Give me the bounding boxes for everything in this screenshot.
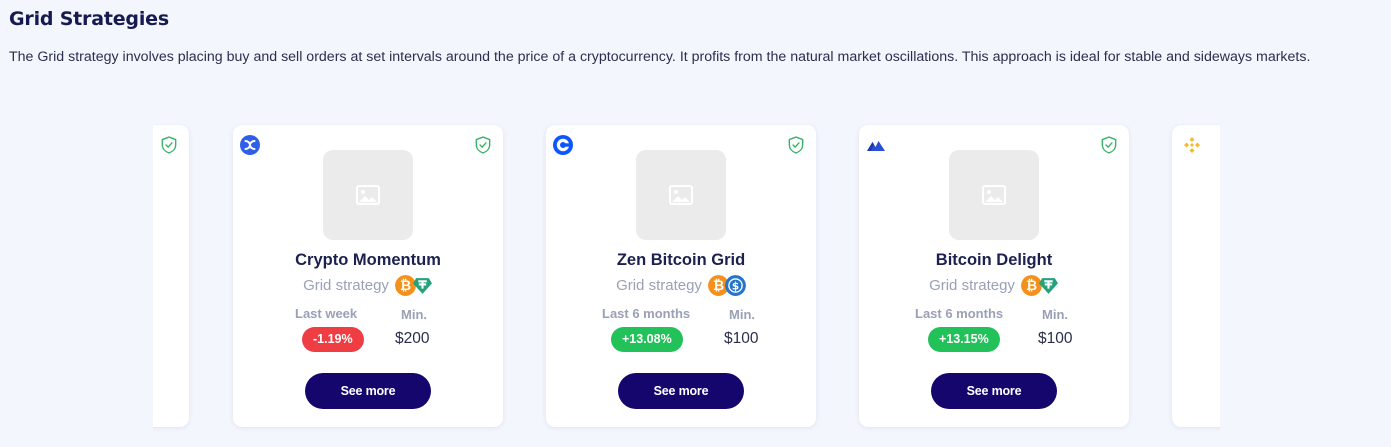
strategy-card[interactable]: Crypto Momentum Grid strategy ₿ Last wee… [233, 125, 503, 427]
strategy-card[interactable]: Bitcoin Delight Grid strategy ₿ Last 6 m… [859, 125, 1129, 427]
strategy-type-label: Grid strategy [929, 277, 1015, 294]
tether-icon [1038, 278, 1058, 294]
kraken-mountain-icon [867, 141, 885, 151]
strategy-type: Grid strategy ₿ [859, 275, 1129, 296]
return-badge: +13.15% [928, 327, 1000, 352]
strategy-type-label: Grid strategy [303, 277, 389, 294]
strategy-type: Grid strategy ₿ [233, 275, 503, 296]
verified-shield-icon [1101, 136, 1117, 154]
see-more-button[interactable]: See more [618, 373, 744, 409]
return-badge: -1.19% [302, 327, 364, 352]
svg-text:₿: ₿ [1026, 278, 1037, 294]
return-badge: +13.08% [611, 327, 683, 352]
strategy-carousel[interactable]: Crypto Momentum Grid strategy ₿ Last wee… [153, 124, 1220, 434]
strategy-card[interactable]: Zen Bitcoin Grid Grid strategy ₿ $ Last … [546, 125, 816, 427]
svg-text:$: $ [732, 280, 739, 292]
verified-shield-icon [788, 136, 804, 154]
crossed-arrows-exchange-icon [240, 135, 260, 155]
section-title: Grid Strategies [9, 8, 169, 30]
strategy-image-placeholder [949, 150, 1039, 240]
binance-icon [1184, 137, 1200, 153]
strategy-type-label: Grid strategy [616, 277, 702, 294]
min-value: $100 [1038, 330, 1073, 347]
min-label: Min. [729, 307, 755, 322]
coin-pair: ₿ [394, 275, 433, 296]
strategy-image-placeholder [323, 150, 413, 240]
image-icon [669, 185, 693, 205]
min-value: $200 [395, 330, 430, 347]
coin-pair: ₿ $ [707, 275, 746, 296]
image-icon [982, 185, 1006, 205]
strategy-name: Zen Bitcoin Grid [616, 251, 746, 269]
svg-text:₿: ₿ [400, 278, 411, 294]
coinbase-icon [553, 135, 573, 155]
strategy-image-placeholder [636, 150, 726, 240]
min-label: Min. [401, 307, 427, 322]
period-label: Last week [295, 306, 358, 321]
verified-shield-icon [161, 136, 177, 154]
usdc-icon: $ [724, 275, 746, 296]
section-description: The Grid strategy involves placing buy a… [9, 49, 1311, 65]
image-icon [356, 185, 380, 205]
verified-shield-icon [475, 136, 491, 154]
see-more-button[interactable]: See more [931, 373, 1057, 409]
strategy-card-peek-left[interactable] [153, 125, 189, 427]
min-label: Min. [1042, 307, 1068, 322]
period-label: Last 6 months [602, 306, 691, 321]
svg-text:₿: ₿ [713, 278, 724, 294]
period-label: Last 6 months [915, 306, 1004, 321]
strategy-name: Crypto Momentum [295, 251, 441, 269]
strategy-card-peek-right[interactable] [1172, 125, 1220, 427]
min-value: $100 [724, 330, 759, 347]
coin-pair: ₿ [1020, 275, 1059, 296]
see-more-button[interactable]: See more [305, 373, 431, 409]
strategy-name: Bitcoin Delight [935, 251, 1053, 269]
strategy-type: Grid strategy ₿ $ [546, 275, 816, 296]
tether-icon [412, 278, 432, 294]
